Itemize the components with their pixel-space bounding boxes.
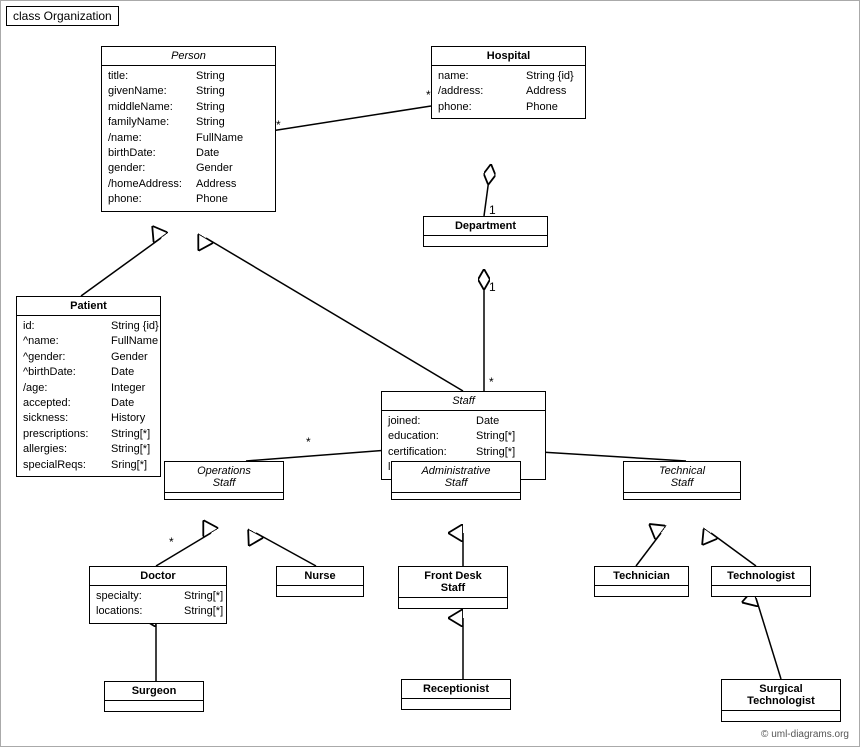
attr-row: specialReqs:Sring[*] <box>23 458 154 473</box>
class-admin-body <box>392 493 520 499</box>
class-nurse-header: Nurse <box>277 567 363 586</box>
class-hospital-body: name:String {id} /address:Address phone:… <box>432 66 585 118</box>
attr-row: id:String {id} <box>23 319 154 334</box>
class-person-header: Person <box>102 47 275 66</box>
class-surgical-technologist: SurgicalTechnologist <box>721 679 841 722</box>
class-technician: Technician <box>594 566 689 597</box>
attr-row: ^gender:Gender <box>23 350 154 365</box>
class-doctor-body: specialty:String[*] locations:String[*] <box>90 586 226 623</box>
attr-row: gender:Gender <box>108 161 269 176</box>
class-department-header: Department <box>424 217 547 236</box>
class-department: Department <box>423 216 548 247</box>
class-doctor-header: Doctor <box>90 567 226 586</box>
class-fds-body <box>399 598 507 608</box>
attr-row: specialty:String[*] <box>96 589 220 604</box>
class-surg-tech-header: SurgicalTechnologist <box>722 680 840 711</box>
attr-row: sickness:History <box>23 411 154 426</box>
attr-row: joined:Date <box>388 414 539 429</box>
class-person: Person title:String givenName:String mid… <box>101 46 276 212</box>
diagram-container: class Organization <box>0 0 860 747</box>
class-admin-header: AdministrativeStaff <box>392 462 520 493</box>
class-technologist: Technologist <box>711 566 811 597</box>
attr-row: prescriptions:String[*] <box>23 427 154 442</box>
attr-row: title:String <box>108 69 269 84</box>
class-surgeon-body <box>105 701 203 711</box>
attr-row: ^birthDate:Date <box>23 365 154 380</box>
copyright: © uml-diagrams.org <box>761 729 849 740</box>
attr-row: /address:Address <box>438 84 579 99</box>
class-surg-tech-body <box>722 711 840 721</box>
attr-row: accepted:Date <box>23 396 154 411</box>
attr-row: familyName:String <box>108 115 269 130</box>
attr-row: phone:Phone <box>108 192 269 207</box>
class-technologist-body <box>712 586 810 596</box>
class-technician-body <box>595 586 688 596</box>
attr-row: givenName:String <box>108 84 269 99</box>
svg-text:1: 1 <box>489 203 496 217</box>
class-administrative-staff: AdministrativeStaff <box>391 461 521 500</box>
svg-text:*: * <box>276 118 281 132</box>
svg-text:*: * <box>169 535 174 549</box>
class-front-desk-staff: Front DeskStaff <box>398 566 508 609</box>
class-patient: Patient id:String {id} ^name:FullName ^g… <box>16 296 161 477</box>
class-surgeon-header: Surgeon <box>105 682 203 701</box>
attr-row: middleName:String <box>108 100 269 115</box>
class-tech-staff-header: TechnicalStaff <box>624 462 740 493</box>
class-patient-body: id:String {id} ^name:FullName ^gender:Ge… <box>17 316 160 476</box>
class-patient-header: Patient <box>17 297 160 316</box>
class-nurse-body <box>277 586 363 596</box>
class-technician-header: Technician <box>595 567 688 586</box>
class-nurse: Nurse <box>276 566 364 597</box>
attr-row: phone:Phone <box>438 100 579 115</box>
class-ops-body <box>165 493 283 499</box>
class-staff-header: Staff <box>382 392 545 411</box>
class-ops-header: OperationsStaff <box>165 462 283 493</box>
class-hospital-header: Hospital <box>432 47 585 66</box>
svg-text:1: 1 <box>489 280 496 294</box>
attr-row: /name:FullName <box>108 131 269 146</box>
class-receptionist-body <box>402 699 510 709</box>
class-receptionist: Receptionist <box>401 679 511 710</box>
attr-row: allergies:String[*] <box>23 442 154 457</box>
svg-text:*: * <box>489 375 494 389</box>
attr-row: birthDate:Date <box>108 146 269 161</box>
class-operations-staff: OperationsStaff <box>164 461 284 500</box>
attr-row: ^name:FullName <box>23 334 154 349</box>
class-receptionist-header: Receptionist <box>402 680 510 699</box>
class-department-body <box>424 236 547 246</box>
attr-row: name:String {id} <box>438 69 579 84</box>
class-person-body: title:String givenName:String middleName… <box>102 66 275 211</box>
svg-text:*: * <box>306 435 311 449</box>
class-technologist-header: Technologist <box>712 567 810 586</box>
class-hospital: Hospital name:String {id} /address:Addre… <box>431 46 586 119</box>
attr-row: locations:String[*] <box>96 604 220 619</box>
attr-row: /homeAddress:Address <box>108 177 269 192</box>
class-surgeon: Surgeon <box>104 681 204 712</box>
class-tech-staff-body <box>624 493 740 499</box>
attr-row: education:String[*] <box>388 429 539 444</box>
attr-row: certification:String[*] <box>388 445 539 460</box>
diagram-title: class Organization <box>6 6 119 26</box>
attr-row: /age:Integer <box>23 381 154 396</box>
class-technical-staff: TechnicalStaff <box>623 461 741 500</box>
class-fds-header: Front DeskStaff <box>399 567 507 598</box>
class-doctor: Doctor specialty:String[*] locations:Str… <box>89 566 227 624</box>
